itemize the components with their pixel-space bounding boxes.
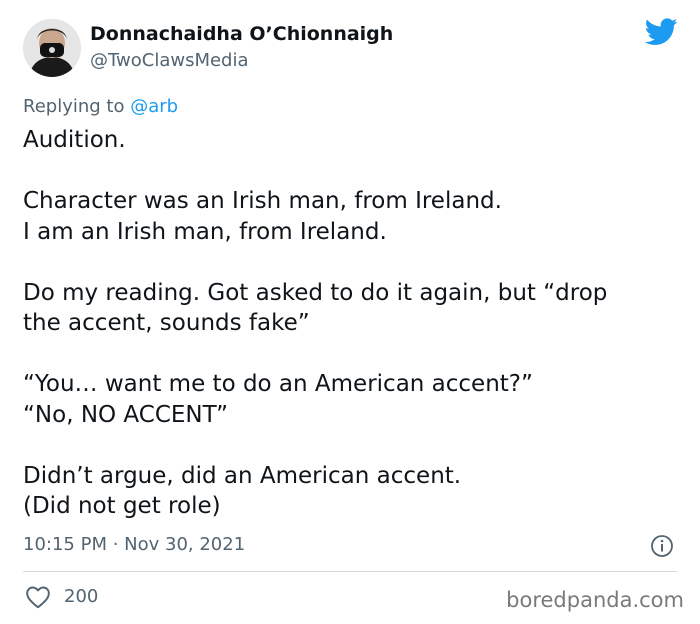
avatar-image <box>23 19 81 77</box>
author-display-name[interactable]: Donnachaidha O’Chionnaigh <box>90 23 393 45</box>
twitter-bird-icon[interactable] <box>645 18 678 46</box>
tweet-paragraph: “You… want me to do an American accent?”… <box>23 369 683 430</box>
tweet-line: I am an Irish man, from Ireland. <box>23 218 387 245</box>
heart-icon[interactable] <box>25 585 51 609</box>
tweet-line: (Did not get role) <box>23 493 221 519</box>
author-handle[interactable]: @TwoClawsMedia <box>90 50 249 71</box>
replying-to: Replying to @arb <box>23 96 178 117</box>
tweet-paragraph: Character was an Irish man, from Ireland… <box>23 186 683 247</box>
tweet-paragraph: Do my reading. Got asked to do it again,… <box>23 278 683 339</box>
tweet-paragraph: Didn’t argue, did an American accent. (D… <box>23 461 683 522</box>
replying-to-label: Replying to <box>23 96 131 117</box>
tweet-text: Audition. Character was an Irish man, fr… <box>23 125 683 522</box>
tweet-line: “No, NO ACCENT” <box>23 401 229 428</box>
avatar[interactable] <box>23 19 81 77</box>
like-count[interactable]: 200 <box>64 586 98 607</box>
tweet-line: Audition. <box>23 127 126 153</box>
tweet-line: the accent, sounds fake” <box>23 310 310 336</box>
tweet-line: Didn’t argue, did an American accent. <box>23 462 462 489</box>
divider <box>23 571 677 572</box>
tweet-timestamp[interactable]: 10:15 PM · Nov 30, 2021 <box>23 534 245 555</box>
watermark: boredpanda.com <box>506 588 684 612</box>
reply-mention-link[interactable]: @arb <box>130 96 178 117</box>
tweet-line: “You… want me to do an American accent?” <box>23 371 533 397</box>
tweet-line: Do my reading. Got asked to do it again,… <box>23 279 608 306</box>
tweet-paragraph: Audition. <box>23 125 683 156</box>
tweet-line: Character was an Irish man, from Ireland… <box>23 188 502 214</box>
info-icon[interactable] <box>650 534 674 558</box>
